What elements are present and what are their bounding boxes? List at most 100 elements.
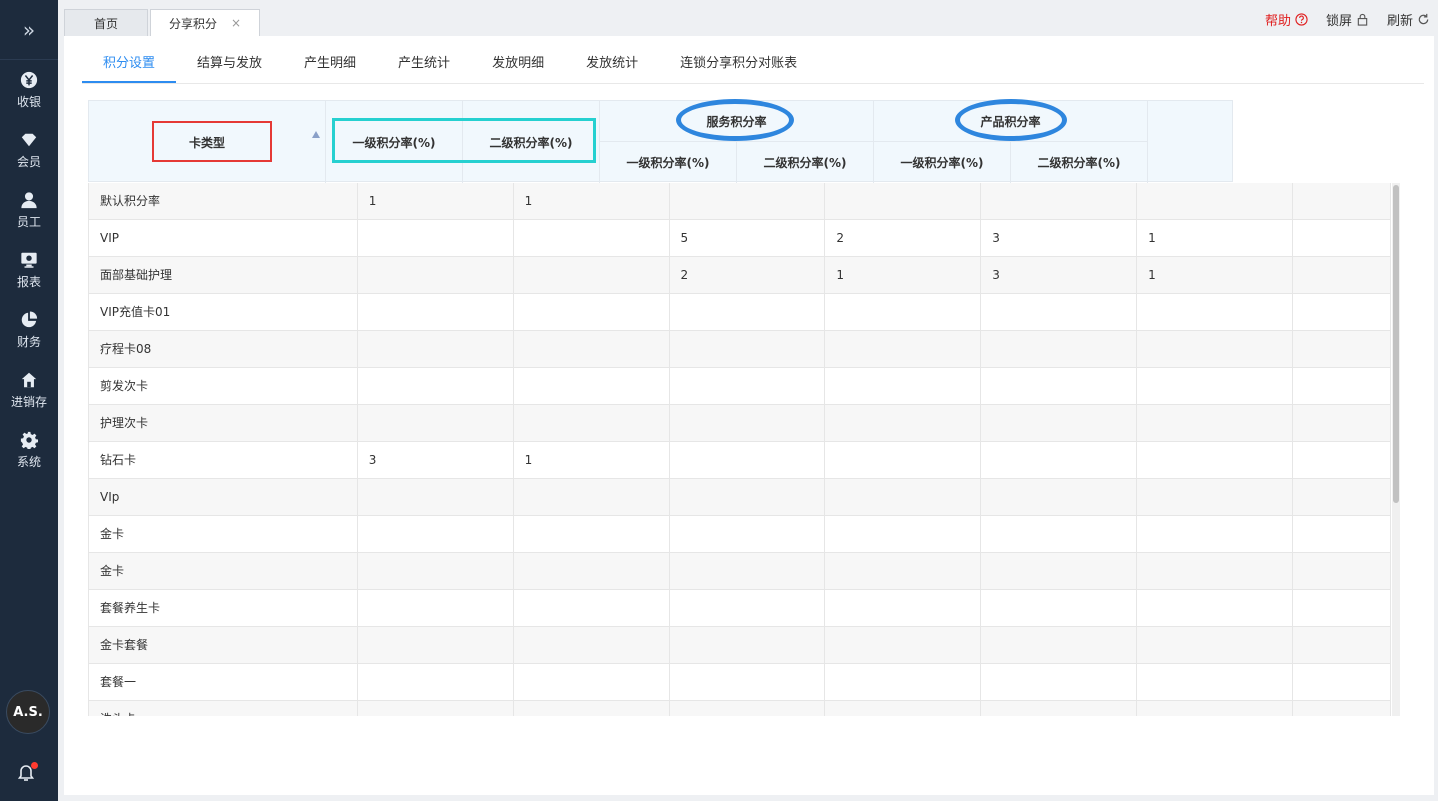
rate-cell[interactable]: 1	[1137, 257, 1294, 293]
rate-cell[interactable]: 5	[670, 220, 826, 256]
rate-cell[interactable]	[514, 553, 670, 589]
vertical-scrollbar[interactable]	[1392, 183, 1400, 716]
rate-cell[interactable]	[981, 331, 1138, 367]
rate-cell[interactable]	[514, 294, 670, 330]
rate-cell[interactable]	[1137, 368, 1294, 404]
subtab-issue-detail[interactable]: 发放明细	[471, 48, 565, 83]
rate-cell[interactable]: 2	[670, 257, 826, 293]
table-row[interactable]: 疗程卡08	[89, 331, 1391, 368]
rate-cell[interactable]	[670, 183, 826, 219]
sidebar-toggle-button[interactable]: »	[0, 0, 58, 60]
rate-cell[interactable]	[981, 479, 1138, 515]
rate-cell[interactable]	[514, 368, 670, 404]
sidebar-item-finance[interactable]: 财务	[0, 300, 58, 360]
rate-cell[interactable]	[981, 590, 1138, 626]
rate-cell[interactable]	[825, 590, 982, 626]
rate-cell[interactable]: 2	[825, 220, 982, 256]
rate-cell[interactable]	[1137, 701, 1294, 716]
avatar[interactable]: A.S.	[6, 690, 50, 734]
rate-cell[interactable]	[981, 294, 1138, 330]
rate-cell[interactable]	[1137, 590, 1294, 626]
rate-cell[interactable]	[514, 590, 670, 626]
rate-cell[interactable]: 1	[514, 442, 670, 478]
rate-cell[interactable]	[358, 516, 514, 552]
rate-cell[interactable]	[358, 627, 514, 663]
rate-cell[interactable]: 3	[981, 220, 1138, 256]
rate-cell[interactable]: 1	[358, 183, 514, 219]
table-row[interactable]: 金卡	[89, 553, 1391, 590]
table-row[interactable]: 面部基础护理 2 1 3 1	[89, 257, 1391, 294]
rate-cell[interactable]	[981, 183, 1138, 219]
rate-cell[interactable]	[825, 368, 982, 404]
table-row[interactable]: 金卡套餐	[89, 627, 1391, 664]
table-row[interactable]: 钻石卡 3 1	[89, 442, 1391, 479]
rate-cell[interactable]	[514, 516, 670, 552]
sidebar-item-reports[interactable]: 报表	[0, 240, 58, 300]
rate-cell[interactable]	[514, 701, 670, 716]
rate-cell[interactable]	[1137, 331, 1294, 367]
table-row[interactable]: 套餐一	[89, 664, 1391, 701]
rate-cell[interactable]	[825, 479, 982, 515]
rate-cell[interactable]	[670, 479, 826, 515]
sidebar-item-system[interactable]: 系统	[0, 420, 58, 480]
rate-cell[interactable]	[825, 627, 982, 663]
rate-cell[interactable]	[825, 516, 982, 552]
subtab-chain-reconciliation[interactable]: 连锁分享积分对账表	[659, 48, 818, 83]
sidebar-item-member[interactable]: 会员	[0, 120, 58, 180]
rate-cell[interactable]	[358, 257, 514, 293]
rate-cell[interactable]	[670, 405, 826, 441]
rate-cell[interactable]	[514, 405, 670, 441]
rate-cell[interactable]	[825, 294, 982, 330]
rate-cell[interactable]	[670, 590, 826, 626]
rate-cell[interactable]: 3	[981, 257, 1138, 293]
rate-cell[interactable]	[1137, 405, 1294, 441]
notification-button[interactable]	[16, 762, 40, 786]
table-row[interactable]: 剪发次卡	[89, 368, 1391, 405]
subtab-generation-stats[interactable]: 产生统计	[377, 48, 471, 83]
rate-cell[interactable]	[358, 220, 514, 256]
rate-cell[interactable]	[670, 701, 826, 716]
table-row[interactable]: 金卡	[89, 516, 1391, 553]
rate-cell[interactable]	[670, 664, 826, 700]
rate-cell[interactable]	[1137, 664, 1294, 700]
sidebar-item-cashier[interactable]: 收银	[0, 60, 58, 120]
rate-cell[interactable]	[514, 664, 670, 700]
rate-cell[interactable]	[514, 331, 670, 367]
tab-home[interactable]: 首页	[64, 9, 148, 36]
subtab-settlement[interactable]: 结算与发放	[176, 48, 283, 83]
rate-cell[interactable]	[514, 257, 670, 293]
rate-cell[interactable]	[1137, 627, 1294, 663]
rate-cell[interactable]	[358, 590, 514, 626]
rate-cell[interactable]	[358, 368, 514, 404]
subtab-generation-detail[interactable]: 产生明细	[283, 48, 377, 83]
table-row[interactable]: 洗头卡	[89, 701, 1391, 716]
rate-cell[interactable]	[358, 701, 514, 716]
rate-cell[interactable]	[981, 516, 1138, 552]
rate-cell[interactable]	[981, 627, 1138, 663]
scrollbar-thumb[interactable]	[1393, 185, 1399, 503]
rate-cell[interactable]	[1137, 183, 1294, 219]
subtab-points-settings[interactable]: 积分设置	[82, 48, 177, 83]
rate-cell[interactable]	[981, 553, 1138, 589]
rate-cell[interactable]	[670, 516, 826, 552]
rate-cell[interactable]	[358, 553, 514, 589]
rate-cell[interactable]	[825, 664, 982, 700]
rate-cell[interactable]	[358, 405, 514, 441]
sort-asc-icon[interactable]	[312, 131, 320, 138]
rate-cell[interactable]	[1137, 442, 1294, 478]
rate-cell[interactable]	[670, 294, 826, 330]
rate-cell[interactable]	[981, 442, 1138, 478]
rate-cell[interactable]	[1137, 294, 1294, 330]
rate-cell[interactable]	[825, 331, 982, 367]
rate-cell[interactable]	[825, 183, 982, 219]
rate-cell[interactable]	[825, 553, 982, 589]
rate-cell[interactable]	[981, 664, 1138, 700]
refresh-button[interactable]: 刷新	[1387, 10, 1430, 29]
rate-cell[interactable]: 1	[514, 183, 670, 219]
rate-cell[interactable]	[670, 553, 826, 589]
rate-cell[interactable]	[358, 331, 514, 367]
rate-cell[interactable]	[981, 405, 1138, 441]
rate-cell[interactable]	[358, 479, 514, 515]
rate-cell[interactable]	[514, 220, 670, 256]
rate-cell[interactable]	[670, 442, 826, 478]
